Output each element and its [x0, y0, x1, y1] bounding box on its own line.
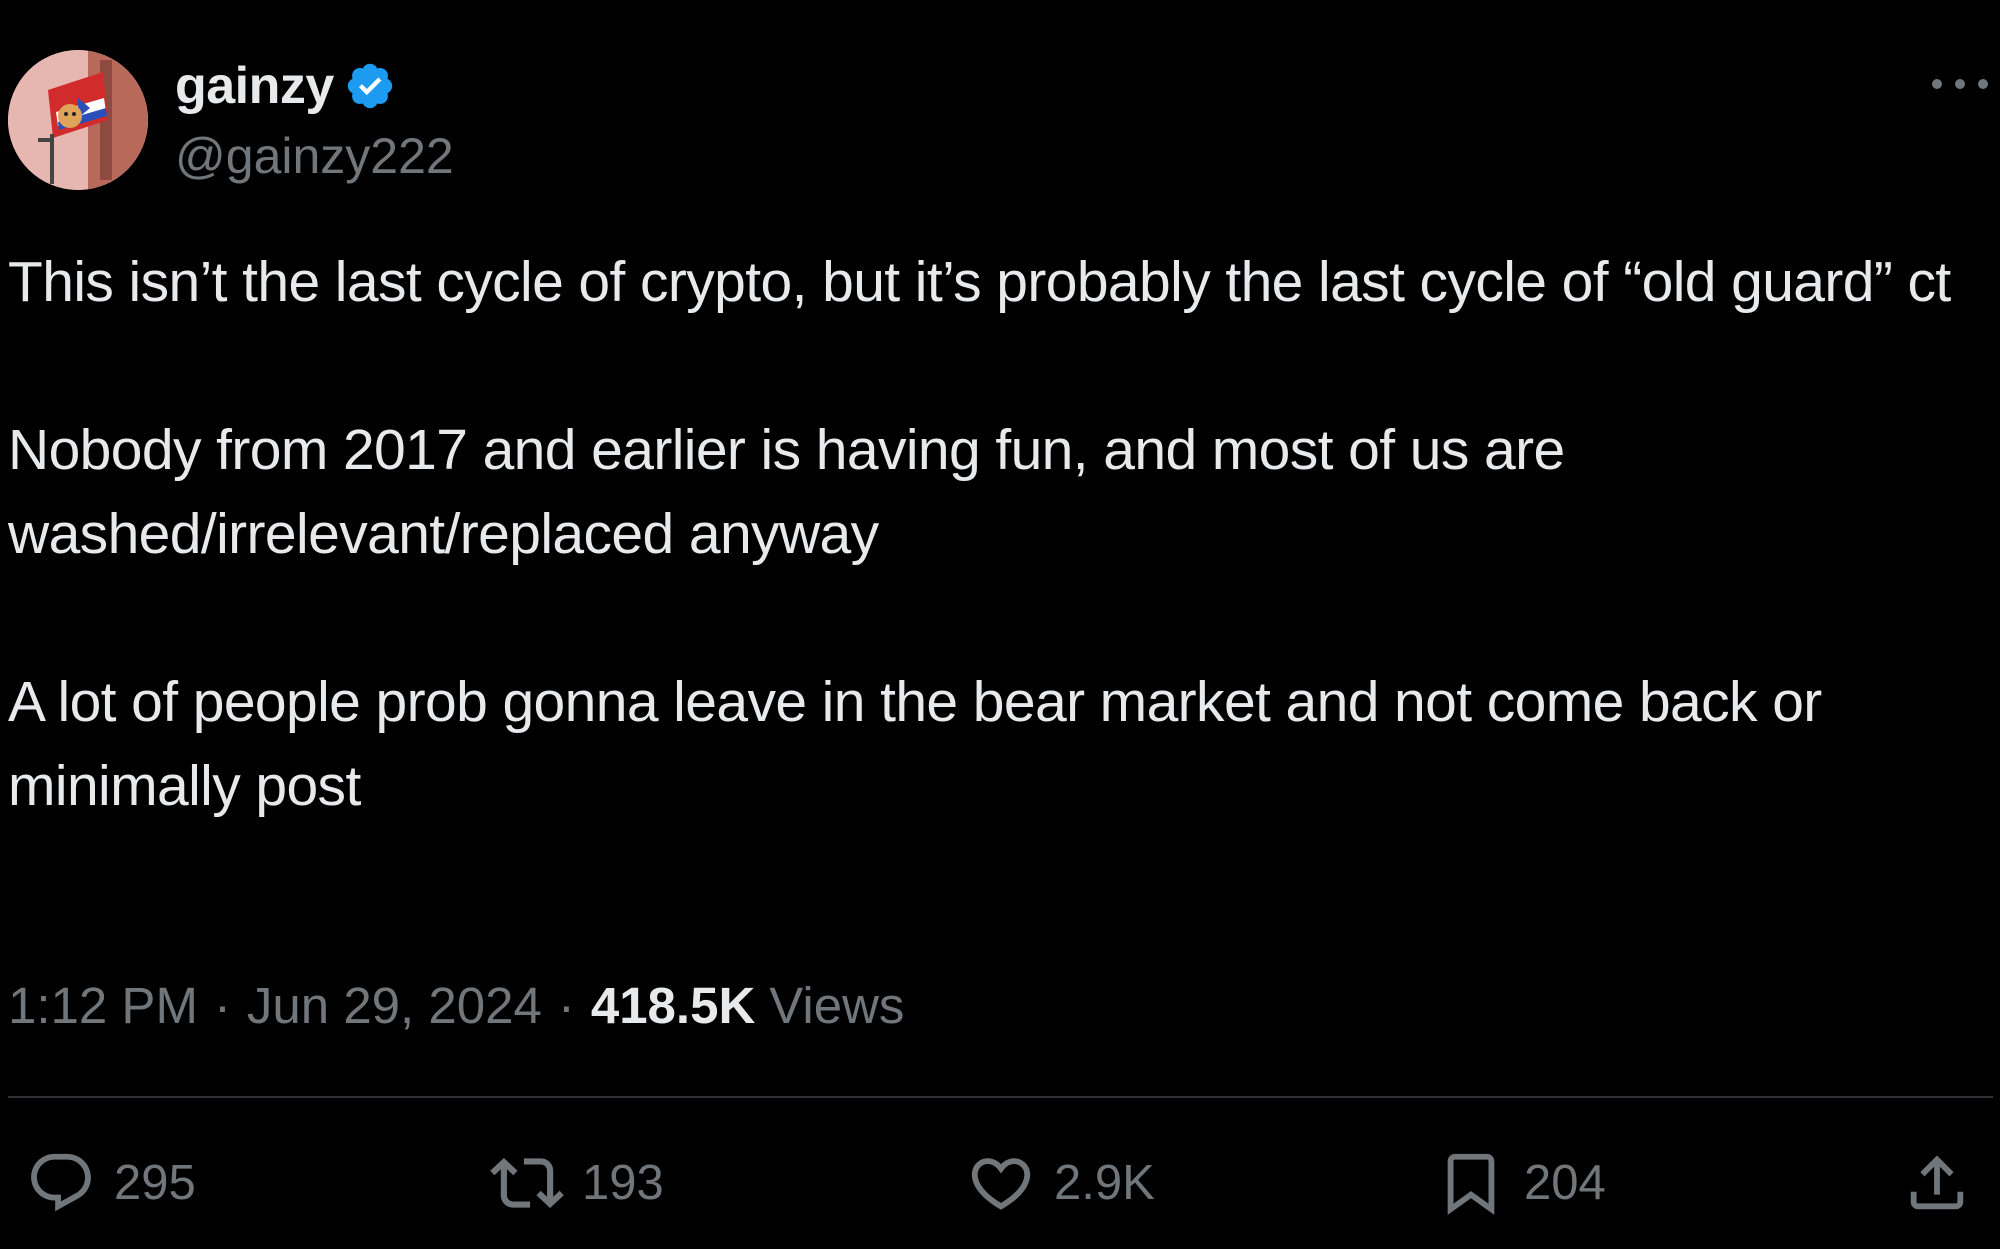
divider — [8, 1096, 1993, 1098]
author-handle[interactable]: @gainzy222 — [175, 126, 454, 186]
author-name-row: gainzy — [175, 52, 396, 120]
more-options-button[interactable] — [1932, 66, 1988, 102]
reply-count: 295 — [114, 1156, 196, 1210]
tweet-card: gainzy @gainzy222 This isn’t the last cy… — [0, 0, 2000, 1249]
like-count: 2.9K — [1054, 1156, 1155, 1210]
heart-icon — [966, 1148, 1036, 1218]
tweet-date[interactable]: Jun 29, 2024 — [247, 976, 542, 1035]
verified-badge-icon — [344, 60, 396, 112]
reply-bubble-icon — [26, 1148, 96, 1218]
repost-button[interactable]: 193 — [490, 1138, 664, 1228]
tweet-meta: 1:12 PM · Jun 29, 2024 · 418.5K Views — [8, 970, 904, 1040]
tweet-time[interactable]: 1:12 PM — [8, 976, 198, 1035]
tweet-text: This isn’t the last cycle of crypto, but… — [8, 240, 1968, 828]
bookmark-button[interactable]: 204 — [1436, 1138, 1606, 1228]
like-button[interactable]: 2.9K — [966, 1138, 1155, 1228]
author-display-name[interactable]: gainzy — [175, 56, 334, 116]
views-count[interactable]: 418.5K — [591, 976, 755, 1035]
avatar[interactable] — [8, 50, 148, 190]
reply-button[interactable]: 295 — [26, 1138, 196, 1228]
tweet-paragraph: A lot of people prob gonna leave in the … — [8, 670, 1822, 818]
more-horizontal-icon — [1932, 79, 1942, 89]
tweet-paragraph: Nobody from 2017 and earlier is having f… — [8, 418, 1565, 566]
share-upload-icon — [1902, 1148, 1972, 1218]
meta-separator: · — [213, 976, 231, 1034]
avatar-image — [8, 50, 148, 190]
bookmark-count: 204 — [1524, 1156, 1606, 1210]
meta-separator: · — [557, 976, 575, 1034]
views-label: Views — [769, 976, 905, 1034]
action-bar: 295 193 2.9K 204 — [0, 1138, 2000, 1228]
repost-arrows-icon — [490, 1146, 564, 1220]
repost-count: 193 — [582, 1156, 664, 1210]
share-button[interactable] — [1902, 1138, 1972, 1228]
bookmark-icon — [1436, 1145, 1506, 1221]
tweet-paragraph: This isn’t the last cycle of crypto, but… — [8, 250, 1951, 314]
